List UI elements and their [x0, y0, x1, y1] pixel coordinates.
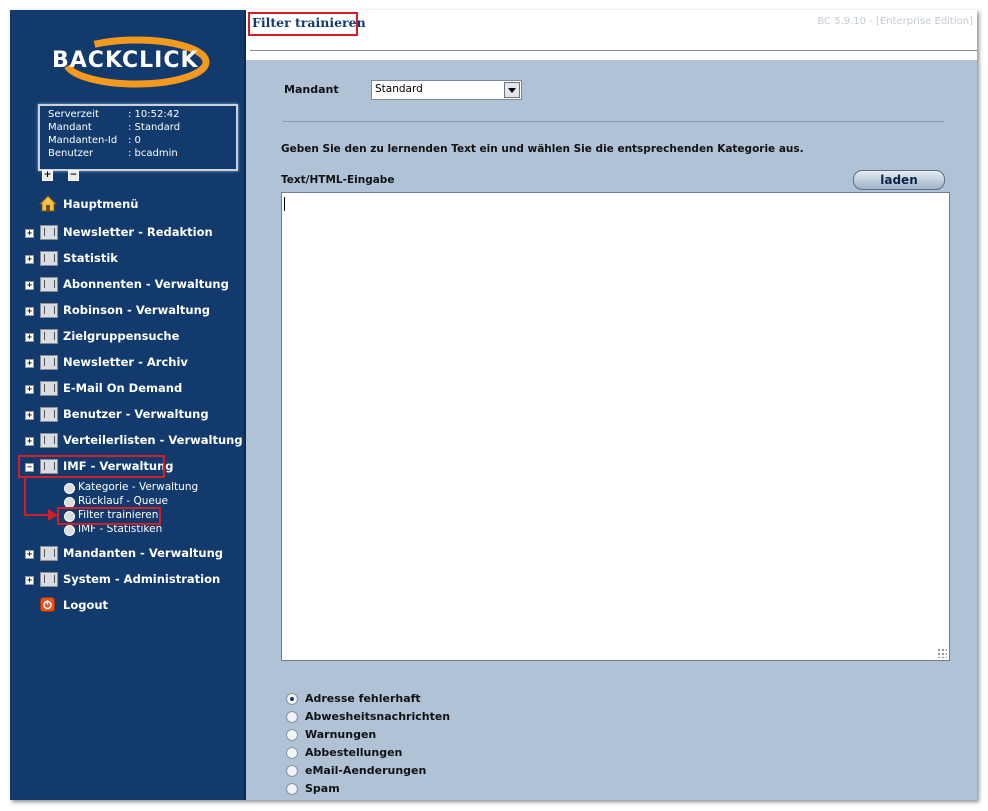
nav-label: Robinson - Verwaltung — [63, 303, 211, 317]
nav-robinson-verwaltung[interactable]: + Robinson - Verwaltung — [10, 300, 244, 322]
text-input-label: Text/HTML-Eingabe — [281, 174, 395, 186]
text-html-input[interactable] — [281, 192, 950, 661]
nav-verteilerlisten-verwaltung[interactable]: + Verteilerlisten - Verwaltung — [10, 430, 244, 452]
radio-button[interactable] — [286, 783, 298, 795]
nav-label: System - Administration — [63, 572, 221, 586]
nav-newsletter-redaktion[interactable]: + Newsletter - Redaktion — [10, 222, 244, 244]
server-info-box: Serverzeit: 10:52:42 Mandant: Standard M… — [38, 104, 238, 171]
nav-benutzer-verwaltung[interactable]: + Benutzer - Verwaltung — [10, 404, 244, 426]
nav-statistik[interactable]: + Statistik — [10, 248, 244, 270]
folder-icon — [40, 546, 58, 561]
info-serverzeit: Serverzeit: 10:52:42 — [48, 109, 180, 120]
expand-icon[interactable]: + — [25, 307, 34, 316]
expand-icon[interactable]: + — [25, 437, 34, 446]
nav-label: Mandanten - Verwaltung — [63, 546, 224, 560]
expand-icon[interactable]: + — [25, 359, 34, 368]
expand-icon[interactable]: + — [25, 255, 34, 264]
radio-button[interactable] — [286, 747, 298, 759]
bullet-icon — [64, 525, 75, 536]
annotation-highlight-imf — [18, 455, 165, 478]
folder-icon — [40, 355, 58, 370]
logo-text: BACKCLICK — [52, 48, 199, 73]
collapse-all-button[interactable]: − — [68, 170, 79, 181]
divider — [283, 121, 944, 122]
topbar: Filter trainieren BC 5.9.10 - [Enterpris… — [246, 10, 977, 60]
radio-button[interactable] — [286, 711, 298, 723]
annotation-arrow-line — [24, 476, 26, 516]
mandant-label: Mandant — [284, 83, 339, 96]
nav-newsletter-archiv[interactable]: + Newsletter - Archiv — [10, 352, 244, 374]
info-benutzer: Benutzer: bcadmin — [48, 148, 178, 159]
info-mandanten-id: Mandanten-Id: 0 — [48, 135, 141, 146]
expand-all-button[interactable]: + — [42, 170, 53, 181]
expand-icon[interactable]: + — [25, 576, 34, 585]
nav-system-administration[interactable]: + System - Administration — [10, 569, 244, 591]
expand-icon[interactable]: + — [25, 229, 34, 238]
nav-label: Benutzer - Verwaltung — [63, 407, 209, 421]
folder-icon — [40, 329, 58, 344]
expand-icon[interactable]: + — [25, 411, 34, 420]
nav-label: Statistik — [63, 251, 118, 265]
folder-icon — [40, 572, 58, 587]
nav-email-on-demand[interactable]: + E-Mail On Demand — [10, 378, 244, 400]
main-content: Filter trainieren BC 5.9.10 - [Enterpris… — [246, 10, 977, 800]
divider — [250, 50, 977, 51]
expand-icon[interactable]: + — [25, 281, 34, 290]
resize-grip-icon[interactable] — [937, 648, 947, 658]
expand-icon[interactable]: + — [25, 385, 34, 394]
bullet-icon — [64, 483, 75, 494]
nav-label: Logout — [63, 598, 109, 612]
nav-zielgruppensuche[interactable]: + Zielgruppensuche — [10, 326, 244, 348]
nav-label: Newsletter - Redaktion — [63, 225, 213, 239]
expand-icon[interactable]: + — [25, 550, 34, 559]
power-icon — [40, 597, 55, 612]
folder-icon — [40, 381, 58, 396]
folder-icon — [40, 251, 58, 266]
arrow-right-icon — [48, 509, 58, 521]
instruction-text: Geben Sie den zu lernenden Text ein und … — [281, 143, 804, 155]
nav-label: Zielgruppensuche — [63, 329, 180, 343]
folder-icon — [40, 225, 58, 240]
radio-selected[interactable] — [286, 693, 298, 705]
sidebar: BACKCLICK Serverzeit: 10:52:42 Mandant: … — [10, 10, 244, 800]
folder-icon — [40, 277, 58, 292]
nav-abonnenten-verwaltung[interactable]: + Abonnenten - Verwaltung — [10, 274, 244, 296]
nav-logout[interactable]: Logout — [10, 595, 244, 617]
folder-icon — [40, 303, 58, 318]
version-label: BC 5.9.10 - [Enterprise Edition] — [817, 16, 973, 27]
chevron-down-icon[interactable] — [504, 82, 520, 98]
annotation-highlight-title — [248, 12, 358, 36]
annotation-highlight-filter — [57, 507, 161, 525]
radio-button[interactable] — [286, 729, 298, 741]
nav-mandanten-verwaltung[interactable]: + Mandanten - Verwaltung — [10, 543, 244, 565]
mandant-select[interactable]: Standard — [371, 80, 522, 100]
load-button[interactable]: laden — [853, 170, 945, 190]
text-caret — [284, 197, 285, 211]
nav-label: Abonnenten - Verwaltung — [63, 277, 229, 291]
home-icon — [39, 195, 57, 212]
folder-icon — [40, 433, 58, 448]
folder-icon — [40, 407, 58, 422]
nav-label: Hauptmenü — [63, 197, 139, 211]
radio-button[interactable] — [286, 765, 298, 777]
nav-label: E-Mail On Demand — [63, 381, 183, 395]
nav-label: Verteilerlisten - Verwaltung — [63, 433, 243, 447]
expand-icon[interactable]: + — [25, 333, 34, 342]
nav-label: Newsletter - Archiv — [63, 355, 188, 369]
info-mandant: Mandant: Standard — [48, 122, 181, 133]
nav-hauptmenue[interactable]: Hauptmenü — [10, 194, 244, 216]
